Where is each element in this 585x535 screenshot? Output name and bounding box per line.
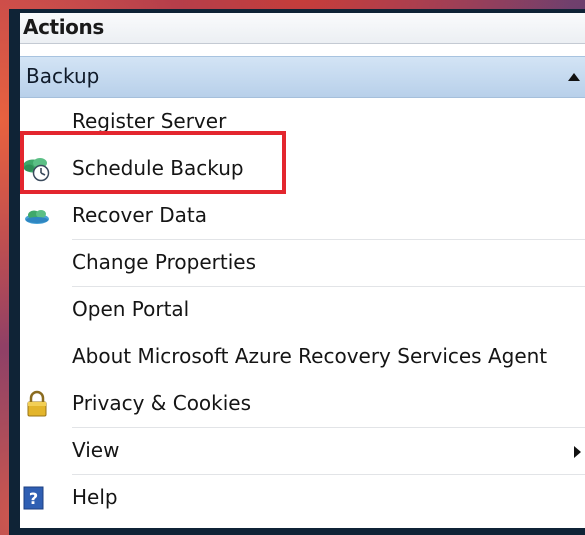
- action-open-portal[interactable]: Open Portal: [20, 286, 585, 333]
- action-help[interactable]: ? Help: [20, 474, 585, 521]
- submenu-arrow-icon: [574, 446, 581, 458]
- actions-pane-header: Actions: [20, 13, 585, 44]
- action-register-server[interactable]: Register Server: [20, 99, 585, 145]
- action-label: Register Server: [72, 109, 227, 133]
- collapse-up-icon[interactable]: [566, 70, 582, 84]
- help-icon: ?: [23, 486, 44, 510]
- actions-list: Register Server Schedule Backup Recover …: [20, 99, 585, 521]
- action-about-agent[interactable]: About Microsoft Azure Recovery Services …: [20, 334, 585, 380]
- action-label: About Microsoft Azure Recovery Services …: [72, 344, 548, 368]
- action-privacy-cookies[interactable]: Privacy & Cookies: [20, 381, 585, 427]
- divider: [72, 474, 585, 475]
- backup-section-header[interactable]: Backup: [20, 56, 585, 98]
- backup-section-title: Backup: [26, 64, 100, 88]
- schedule-backup-icon: [23, 158, 50, 182]
- padlock-icon: [27, 390, 47, 417]
- action-label: Help: [72, 485, 118, 509]
- divider: [72, 239, 585, 240]
- action-label: Recover Data: [72, 203, 208, 227]
- actions-pane: Actions Backup Register Server Schedule …: [20, 13, 585, 528]
- divider: [72, 286, 585, 287]
- svg-text:?: ?: [29, 489, 38, 508]
- action-label: Privacy & Cookies: [72, 391, 252, 415]
- action-change-properties[interactable]: Change Properties: [20, 239, 585, 286]
- action-label: View: [72, 438, 120, 462]
- actions-pane-title: Actions: [23, 15, 104, 39]
- action-label: Open Portal: [72, 297, 190, 321]
- action-label: Schedule Backup: [72, 156, 244, 180]
- cloud-recover-icon: [25, 210, 49, 224]
- action-schedule-backup[interactable]: Schedule Backup: [20, 146, 585, 192]
- action-view[interactable]: View: [20, 427, 585, 474]
- divider: [72, 427, 585, 428]
- action-label: Change Properties: [72, 250, 257, 274]
- action-recover-data[interactable]: Recover Data: [20, 193, 585, 239]
